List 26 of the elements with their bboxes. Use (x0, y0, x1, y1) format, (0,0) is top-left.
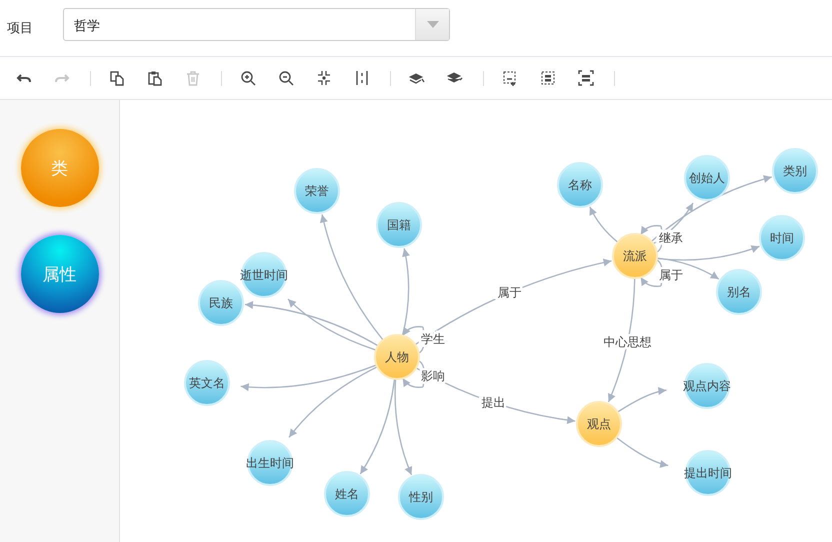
attribute-node[interactable]: 荣誉 (294, 168, 340, 214)
caret-icon (426, 21, 438, 28)
attribute-node[interactable]: 类别 (772, 148, 818, 194)
class-node[interactable]: 人物 (374, 334, 420, 380)
attribute-node[interactable]: 性别 (398, 474, 444, 520)
edge-label: 继承 (659, 231, 683, 245)
attribute-node[interactable]: 时间 (759, 215, 805, 261)
edge-label: 提出 (481, 396, 506, 410)
project-select[interactable]: 哲学 (63, 8, 450, 41)
attribute-node[interactable]: 英文名 (184, 360, 230, 406)
attribute-node[interactable]: 民族 (198, 280, 244, 326)
class-node[interactable]: 观点 (576, 401, 622, 447)
attribute-node[interactable]: 姓名 (324, 471, 370, 517)
attribute-node[interactable]: 别名 (716, 269, 762, 315)
edge-label: 学生 (421, 332, 445, 346)
project-label: 项目 (7, 20, 34, 37)
connector-arrow (589, 206, 618, 243)
edge-label: 属于 (498, 286, 522, 300)
attribute-node[interactable]: 国籍 (376, 202, 422, 248)
edge-label: 影响 (421, 369, 445, 383)
edge-label: 属于 (659, 268, 683, 282)
attribute-node[interactable]: 名称 (557, 162, 603, 208)
attribute-node[interactable]: 创始人 (684, 155, 730, 201)
edge-label: 中心思想 (604, 334, 652, 349)
class-node[interactable]: 流派 (612, 233, 658, 279)
connector-arrow (616, 436, 668, 468)
